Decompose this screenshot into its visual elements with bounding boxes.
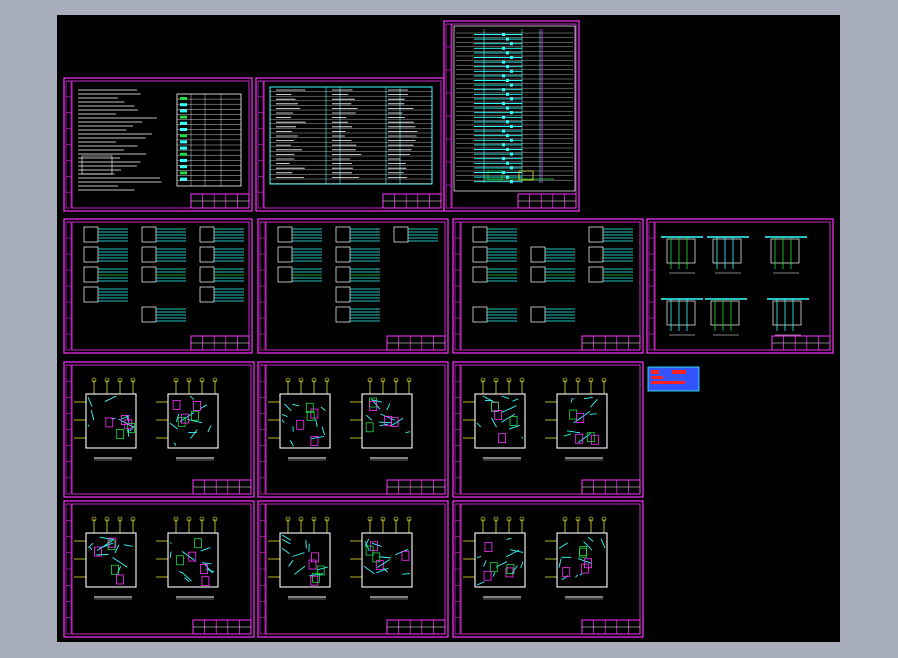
drawing-sheet-plan-3[interactable] xyxy=(452,361,644,498)
drawing-sheet-plan-4[interactable] xyxy=(63,500,255,638)
drawing-sheet-design-notes[interactable] xyxy=(63,77,253,212)
drawing-sheet-system-diagram-1[interactable] xyxy=(63,218,253,354)
cad-drawing-canvas[interactable] xyxy=(0,0,898,658)
drawing-sheet-system-diagram-2[interactable] xyxy=(257,218,449,354)
drawing-sheet-plan-2[interactable] xyxy=(257,361,449,498)
drawing-sheet-plan-6[interactable] xyxy=(452,500,644,638)
drawing-sheet-plan-1[interactable] xyxy=(63,361,255,498)
drawing-sheet-riser-diagram[interactable] xyxy=(443,20,580,212)
drawing-sheet-system-diagram-3[interactable] xyxy=(452,218,644,354)
drawing-sheet-legend-table[interactable] xyxy=(255,77,445,212)
drawing-sheet-plan-5[interactable] xyxy=(257,500,449,638)
drawing-sheet-detail-diagram[interactable] xyxy=(646,218,834,354)
note-stamp[interactable] xyxy=(647,366,700,392)
